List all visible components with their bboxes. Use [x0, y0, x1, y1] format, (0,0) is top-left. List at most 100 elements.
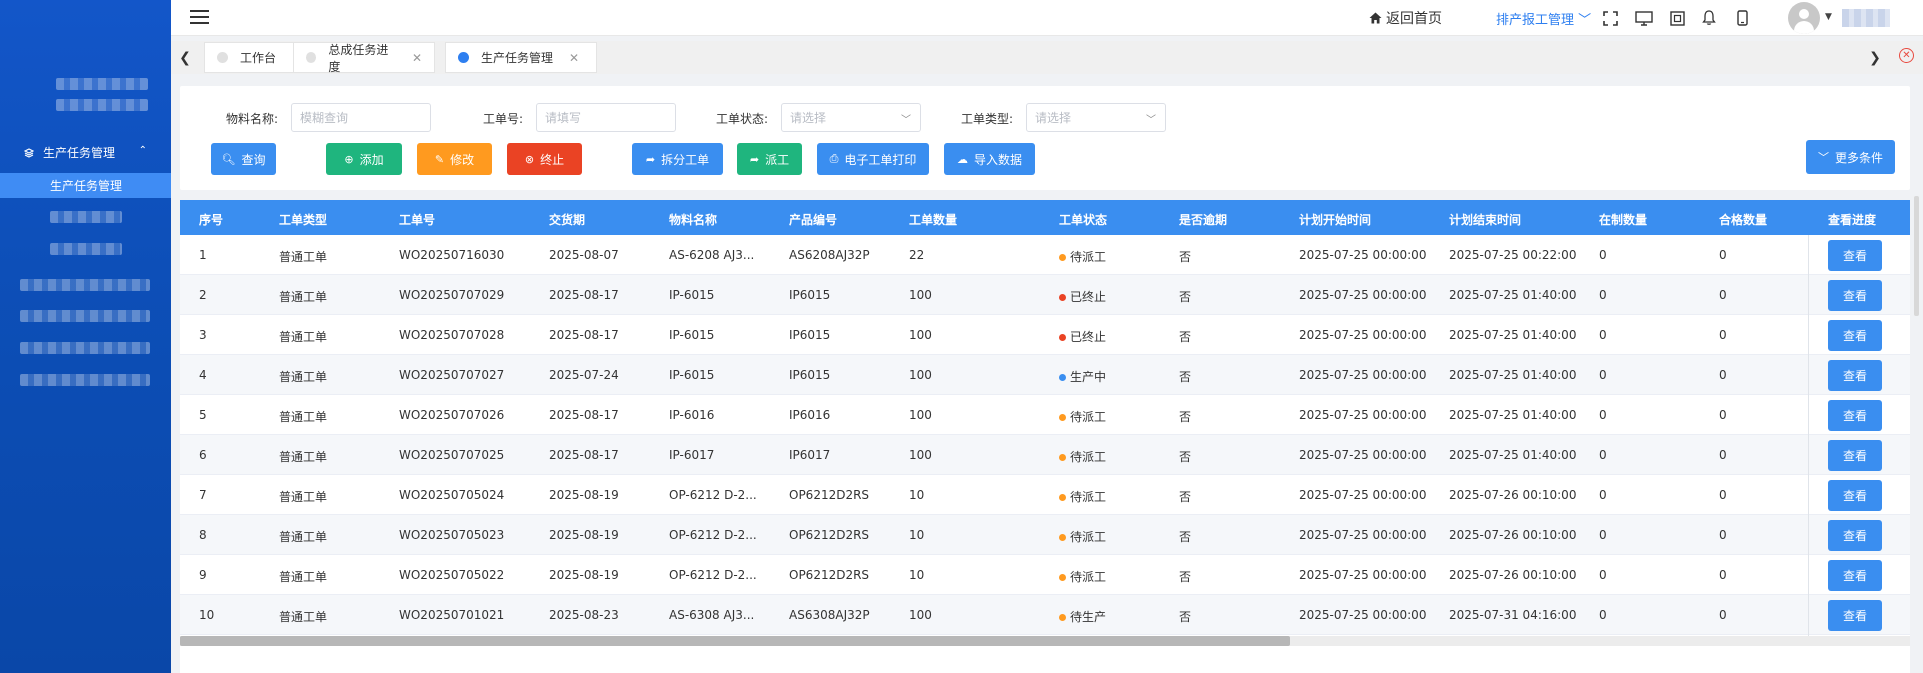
print-workorder-button[interactable]: ⎙ 电子工单打印 [817, 143, 929, 175]
dispatch-button[interactable]: ➦ 派工 [737, 143, 802, 175]
cell-due: 2025-08-19 [549, 568, 619, 582]
cell-no: 2 [199, 288, 207, 302]
avatar[interactable] [1788, 2, 1820, 34]
printer-icon: ⎙ [829, 152, 839, 165]
horizontal-scroll-thumb[interactable] [180, 636, 1290, 646]
column-header: 合格数量 [1719, 213, 1768, 227]
cell-no: 7 [199, 488, 207, 502]
cell-qty: 100 [909, 368, 932, 382]
cell-wip: 0 [1599, 368, 1607, 382]
username-redacted[interactable] [1842, 9, 1890, 27]
bell-icon[interactable] [1700, 9, 1718, 27]
cell-type: 普通工单 [279, 530, 328, 544]
import-data-button[interactable]: ☁ 导入数据 [944, 143, 1035, 175]
table-row[interactable]: 10 普通工单 WO20250701021 2025-08-23 AS-6308 AJ3… [180, 595, 1910, 635]
table-row[interactable]: 8 普通工单 WO20250705023 2025-08-19 OP-6212 D-2.… [180, 515, 1910, 555]
workorder-table: 序号 工单类型 工单号 交货期 物料名称 产品编号 工单数量 工单状态 是否逾期… [180, 200, 1910, 637]
cell-product: IP6017 [789, 448, 831, 462]
cell-start: 2025-07-25 00:00:00 [1299, 288, 1427, 302]
column-header: 工单类型 [279, 213, 328, 227]
cell-overdue: 否 [1179, 570, 1192, 584]
cell-qty: 100 [909, 288, 932, 302]
cell-material: IP-6015 [669, 328, 715, 342]
sidebar-redacted-item[interactable] [20, 310, 150, 322]
table-row[interactable]: 6 普通工单 WO20250707025 2025-08-17 IP-6017 IP601… [180, 435, 1910, 475]
status-select[interactable]: 请选择 ﹀ [781, 103, 921, 132]
cell-wo: WO20250707029 [399, 288, 505, 302]
cell-passed: 0 [1719, 368, 1727, 382]
cell-no: 3 [199, 328, 207, 342]
cell-type: 普通工单 [279, 490, 328, 504]
table-row[interactable]: 9 普通工单 WO20250705022 2025-08-19 OP-6212 D-2.… [180, 555, 1910, 595]
cell-status: 待派工 [1059, 408, 1106, 425]
tab-workbench[interactable]: 工作台 [204, 42, 297, 73]
tab-assembly-progress[interactable]: 总成任务进度 ✕ [293, 42, 435, 74]
share-icon: ➦ [645, 152, 656, 166]
cell-product: OP6212D2RS [789, 528, 870, 542]
sidebar-redacted-item[interactable] [50, 211, 122, 223]
terminate-button-label: 终止 [540, 152, 565, 167]
edit-button-label: 修改 [450, 152, 475, 167]
cell-status: 生产中 [1059, 368, 1106, 385]
cell-wip: 0 [1599, 488, 1607, 502]
chevron-left-icon[interactable]: ❮ [175, 41, 195, 74]
close-icon[interactable]: ✕ [412, 51, 422, 65]
table-row[interactable]: 4 普通工单 WO20250707027 2025-07-24 IP-6015 IP601… [180, 355, 1910, 395]
more-conditions-button[interactable]: ﹀ 更多条件 [1806, 140, 1895, 174]
cell-overdue: 否 [1179, 490, 1192, 504]
column-header: 序号 [199, 213, 224, 227]
cell-start: 2025-07-25 00:00:00 [1299, 368, 1427, 382]
status-text: 待派工 [1070, 490, 1107, 504]
type-select-placeholder: 请选择 [1035, 111, 1072, 125]
sidebar-redacted-item[interactable] [20, 342, 150, 354]
table-row[interactable]: 5 普通工单 WO20250707026 2025-08-17 IP-6016 IP601… [180, 395, 1910, 435]
pagination-area [180, 646, 1910, 673]
sidebar-redacted-item[interactable] [50, 243, 122, 255]
search-icon: 🔍︎ [221, 152, 236, 166]
scheduling-menu[interactable]: 排产报工管理 ﹀ [1496, 9, 1591, 28]
terminate-button[interactable]: ⊗ 终止 [507, 143, 582, 175]
app-icon[interactable] [1668, 9, 1686, 27]
workorder-input[interactable] [536, 103, 676, 132]
sidebar-redacted-item[interactable] [20, 279, 150, 291]
menu-toggle-icon[interactable] [190, 10, 209, 24]
cell-passed: 0 [1719, 488, 1727, 502]
material-input[interactable] [291, 103, 431, 132]
edit-button[interactable]: ✎ 修改 [417, 143, 492, 175]
fullscreen-icon[interactable] [1601, 9, 1619, 27]
cell-no: 1 [199, 248, 207, 262]
cell-qty: 100 [909, 448, 932, 462]
table-row[interactable]: 1 普通工单 WO20250716030 2025-08-07 AS-6208 AJ3.… [180, 235, 1910, 275]
cell-qty: 10 [909, 568, 925, 582]
table-row[interactable]: 2 普通工单 WO20250707029 2025-08-17 IP-6015 IP601… [180, 275, 1910, 315]
workorder-label: 工单号: [483, 112, 524, 126]
cell-overdue: 否 [1179, 290, 1192, 304]
home-link[interactable]: 返回首页 [1369, 8, 1442, 28]
caret-down-icon[interactable]: ▼ [1825, 12, 1832, 22]
mobile-icon[interactable] [1733, 9, 1751, 27]
column-header: 工单号 [399, 213, 436, 227]
column-header: 计划开始时间 [1299, 213, 1372, 227]
sidebar-redacted-item[interactable] [20, 374, 150, 386]
status-text: 待生产 [1070, 610, 1107, 624]
type-select[interactable]: 请选择 ﹀ [1026, 103, 1166, 132]
cell-material: IP-6015 [669, 288, 715, 302]
split-workorder-button[interactable]: ➦ 拆分工单 [632, 143, 723, 175]
sidebar-menu-production[interactable]: 生产任务管理 ⌃ [0, 143, 171, 162]
chevron-right-icon[interactable]: ❯ [1865, 41, 1885, 74]
query-button[interactable]: 🔍︎ 查询 [211, 143, 276, 175]
cell-qty: 10 [909, 528, 925, 542]
close-all-tabs-icon[interactable]: ✕ [1899, 48, 1914, 63]
sidebar-redacted-item[interactable] [56, 99, 148, 111]
add-button[interactable]: ⊕ 添加 [326, 143, 402, 175]
tab-dot-icon [306, 52, 317, 63]
monitor-icon[interactable] [1635, 9, 1653, 27]
table-row[interactable]: 7 普通工单 WO20250705024 2025-08-19 OP-6212 D-2.… [180, 475, 1910, 515]
vertical-scroll-thumb[interactable] [1914, 196, 1919, 316]
cell-end: 2025-07-25 01:40:00 [1449, 448, 1577, 462]
close-icon[interactable]: ✕ [569, 51, 579, 65]
sidebar-redacted-item[interactable] [56, 78, 148, 90]
table-row[interactable]: 3 普通工单 WO20250707028 2025-08-17 IP-6015 IP601… [180, 315, 1910, 355]
sidebar-item-production-task[interactable]: 生产任务管理 [0, 173, 171, 198]
tab-production-task[interactable]: 生产任务管理 ✕ [445, 42, 597, 73]
